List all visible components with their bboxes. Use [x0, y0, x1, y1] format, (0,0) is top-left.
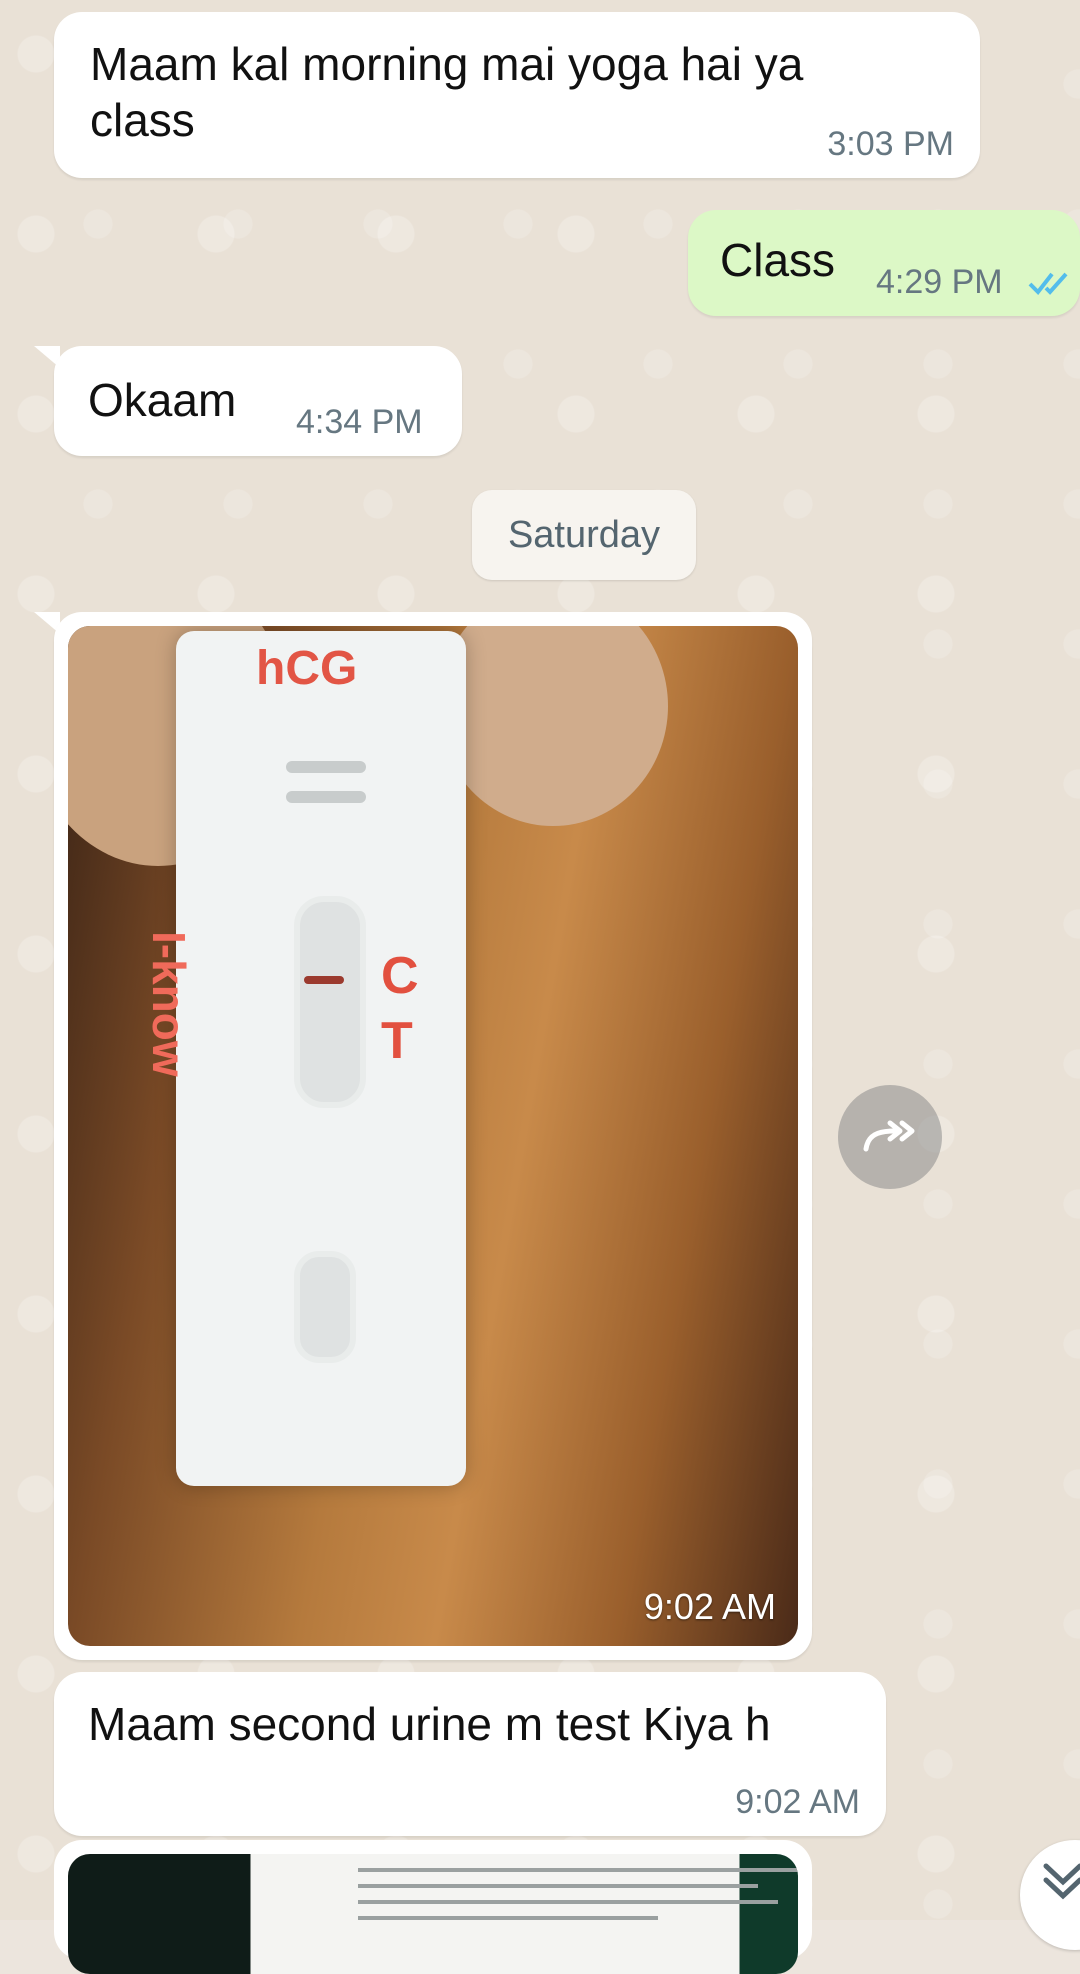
finger-shape: [438, 626, 668, 826]
photo-time: 9:02 AM: [643, 1586, 776, 1627]
message-time: 4:34 PM: [296, 403, 423, 441]
message-time: 9:02 AM: [735, 1783, 860, 1821]
message-incoming[interactable]: Okaam 4:34 PM: [54, 346, 462, 456]
message-text: Maam kal morning mai yoga hai ya class: [90, 38, 804, 146]
double-check-icon: [1028, 272, 1068, 296]
message-text: Class: [720, 234, 836, 286]
chevron-down-double-icon: [1043, 1863, 1080, 1900]
message-text: Okaam: [88, 374, 237, 426]
photo-message[interactable]: hCG I-know C T 9:02 AM: [54, 612, 812, 1660]
message-time: 4:29 PM: [876, 263, 1003, 301]
document-image[interactable]: [68, 1854, 798, 1974]
message-outgoing[interactable]: Class 4:29 PM: [688, 210, 1080, 316]
pregnancy-test-strip: hCG I-know C T: [143, 631, 466, 1486]
date-divider: Saturday: [472, 490, 696, 580]
forward-button[interactable]: [838, 1085, 942, 1189]
strip-brand: I-know: [143, 931, 195, 1077]
message-incoming[interactable]: Maam second urine m test Kiya h 9:02 AM: [54, 1672, 886, 1836]
strip-title: hCG: [256, 642, 358, 695]
sample-well: [294, 1251, 356, 1363]
result-window: [294, 896, 366, 1108]
strip-c-label: C: [381, 947, 419, 1005]
strip-t-label: T: [381, 1012, 413, 1070]
message-time: 3:03 PM: [827, 125, 954, 163]
message-text: Maam second urine m test Kiya h: [88, 1698, 771, 1750]
photo-image[interactable]: hCG I-know C T 9:02 AM: [68, 626, 798, 1646]
control-line: [304, 976, 344, 984]
forward-icon: [863, 1120, 915, 1152]
message-incoming[interactable]: Maam kal morning mai yoga hai ya class 3…: [54, 12, 980, 178]
image-message[interactable]: [54, 1840, 812, 1974]
